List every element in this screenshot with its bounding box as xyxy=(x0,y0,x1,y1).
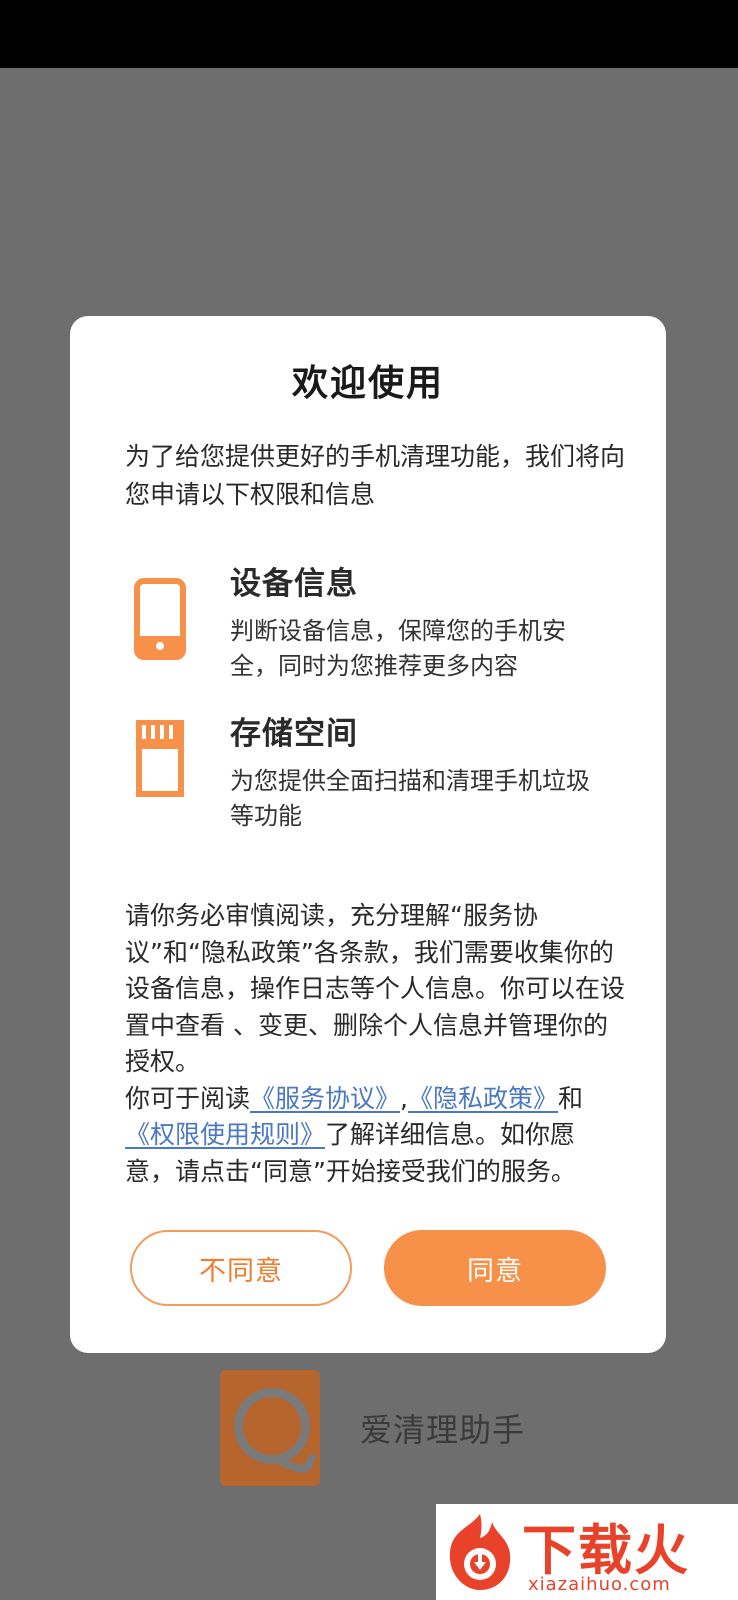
permission-description: 为您提供全面扫描和清理手机垃圾等功能 xyxy=(230,767,590,830)
permission-description: 判断设备信息，保障您的手机安全，同时为您推荐更多内容 xyxy=(230,617,566,680)
privacy-policy-link[interactable]: 《隐私政策》 xyxy=(408,1084,558,1113)
watermark-url: xiazaihuo.com xyxy=(528,1574,671,1595)
service-agreement-link[interactable]: 《服务协议》 xyxy=(250,1084,400,1113)
flame-logo-icon xyxy=(449,1514,511,1590)
sd-card-icon xyxy=(136,720,184,797)
agree-button[interactable]: 同意 xyxy=(384,1230,606,1306)
phone-icon xyxy=(134,578,186,660)
policy-text: 请你务必审慎阅读，充分理解“服务协议”和“隐私政策”各条款，我们需要收集你的设备… xyxy=(125,898,625,1190)
screen: 爱清理助手 欢迎使用 为了给您提供更好的手机清理功能，我们将向您申请以下权限和信… xyxy=(0,0,738,1600)
dialog-title: 欢迎使用 xyxy=(291,363,444,404)
watermark: 下载火 xiazaihuo.com xyxy=(436,1504,738,1600)
policy-paragraph: 请你务必审慎阅读，充分理解“服务协议”和“隐私政策”各条款，我们需要收集你的设备… xyxy=(125,901,626,1076)
app-logo-icon xyxy=(220,1370,320,1486)
separator: , xyxy=(400,1083,408,1113)
permission-title: 设备信息 xyxy=(230,566,358,602)
intro-text: 为了给您提供更好的手机清理功能，我们将向您申请以下权限和信息 xyxy=(125,442,626,509)
permission-title: 存储空间 xyxy=(230,716,358,752)
status-bar xyxy=(0,0,738,68)
welcome-dialog: 欢迎使用 为了给您提供更好的手机清理功能，我们将向您申请以下权限和信息 设备信息… xyxy=(70,316,666,1353)
separator: 和 xyxy=(558,1083,584,1113)
permission-rules-link[interactable]: 《权限使用规则》 xyxy=(125,1120,325,1149)
policy-prefix: 你可于阅读 xyxy=(125,1083,251,1113)
disagree-button[interactable]: 不同意 xyxy=(130,1230,352,1306)
app-name: 爱清理助手 xyxy=(360,1411,526,1449)
